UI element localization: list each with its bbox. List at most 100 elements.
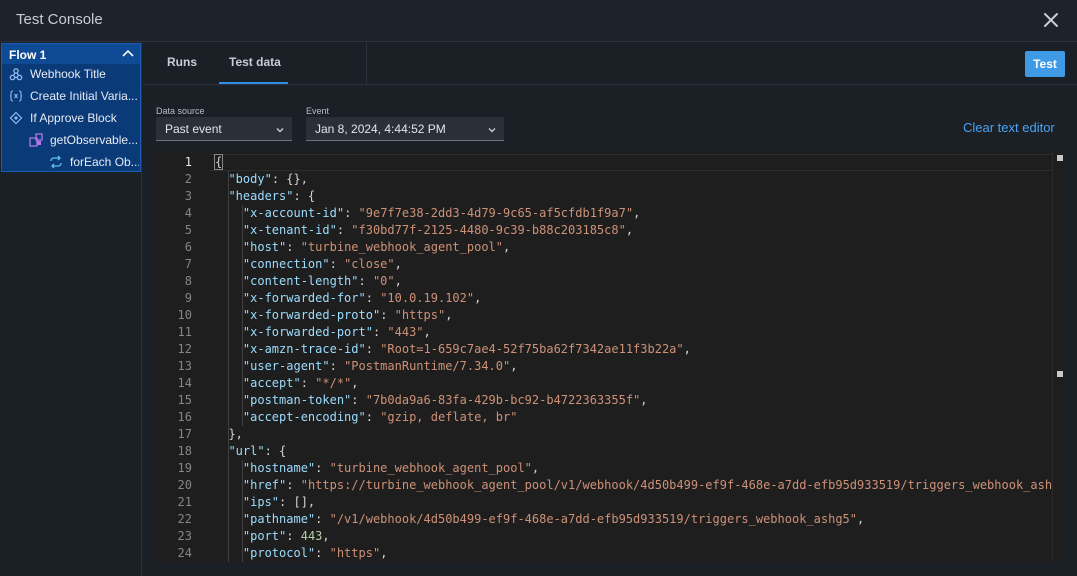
code-token: ,	[380, 546, 388, 560]
code-token: :	[336, 223, 352, 237]
flow-tree: Flow 1 Webhook Title Create Initial Vari…	[1, 43, 141, 172]
code-token: "x-account-id"	[242, 206, 345, 220]
tree-item-webhook[interactable]: Webhook Title	[9, 64, 139, 84]
code-token: "x-tenant-id"	[242, 223, 337, 237]
code-line: "body": {},	[214, 171, 308, 188]
code-line: "accept-encoding": "gzip, deflate, br"	[214, 409, 518, 426]
close-icon[interactable]	[1042, 11, 1060, 29]
code-token: "x-forwarded-for"	[242, 291, 366, 305]
scrollbar-marker	[1057, 371, 1063, 377]
clear-text-editor-link[interactable]: Clear text editor	[963, 120, 1055, 135]
line-number: 13	[177, 359, 192, 373]
code-token: ,	[531, 461, 540, 475]
code-token: "user-agent"	[242, 359, 330, 373]
json-code-editor[interactable]: 1 2 3 4 5 6 7 8 9 10 11 12 13 14 15 16 17 18 19 20 21 22 23 24 …	[155, 152, 1066, 562]
code-token: :	[372, 325, 388, 339]
code-token: : {},	[271, 172, 308, 186]
line-number: 21	[177, 495, 192, 509]
code-token: "gzip, deflate, br"	[380, 410, 518, 424]
code-token: :	[351, 393, 366, 407]
code-line: "postman-token": "7b0da9a6-83fa-429b-bc9…	[214, 392, 648, 409]
tree-item-label: Webhook Title	[30, 67, 106, 81]
code-line: {	[214, 154, 224, 171]
line-number-gutter: 1 2 3 4 5 6 7 8 9 10 11 12 13 14 15 16 17 18 19 20 21 22 23 24	[155, 152, 210, 562]
code-token: "content-length"	[242, 274, 359, 288]
chevron-down-icon	[274, 123, 286, 135]
code-token: "ips"	[242, 495, 280, 509]
tree-item-foreach[interactable]: forEach Ob...	[49, 152, 139, 172]
window-title: Test Console	[16, 11, 103, 28]
code-token: "href"	[242, 478, 287, 492]
tab-divider	[366, 42, 367, 85]
code-token: :	[286, 529, 301, 543]
code-token: 443	[300, 529, 323, 543]
code-token: ,	[474, 291, 482, 305]
code-token: "*/*"	[315, 376, 352, 390]
line-number: 7	[184, 257, 192, 271]
line-number: 14	[177, 376, 192, 390]
code-token: "postman-token"	[242, 393, 352, 407]
code-token: :	[365, 342, 381, 356]
flow-sidebar: Flow 1 Webhook Title Create Initial Vari…	[0, 42, 142, 576]
tab-runs[interactable]: Runs	[167, 55, 197, 69]
flow-label: Flow 1	[9, 48, 47, 62]
code-token: :	[315, 461, 330, 475]
code-line: "x-forwarded-port": "443",	[214, 324, 431, 341]
code-line: "pathname": "/v1/webhook/4d50b499-ef9f-4…	[214, 511, 864, 528]
code-token: :	[365, 291, 381, 305]
chevron-up-icon[interactable]	[121, 47, 135, 61]
code-token: :	[365, 410, 381, 424]
code-token: ,	[445, 308, 453, 322]
code-token: {	[214, 154, 224, 170]
data-source-value: Past event	[165, 122, 222, 136]
tree-item-label: Create Initial Varia...	[30, 89, 138, 103]
code-line: "x-tenant-id": "f30bd77f-2125-4480-9c39-…	[214, 222, 633, 239]
line-number: 24	[177, 546, 192, 560]
code-token: "protocol"	[242, 546, 316, 560]
tree-item-if-approve[interactable]: If Approve Block	[9, 108, 139, 128]
tree-item-create-variable[interactable]: Create Initial Varia...	[9, 86, 139, 106]
code-token: "host"	[242, 240, 287, 254]
scrollbar-marker	[1057, 155, 1063, 161]
tree-item-label: If Approve Block	[30, 111, 117, 125]
code-token: :	[300, 376, 316, 390]
tab-test-data[interactable]: Test data	[229, 55, 281, 69]
line-number: 15	[177, 393, 192, 407]
code-token: ,	[510, 359, 518, 373]
code-token: : {	[293, 189, 316, 203]
test-button[interactable]: Test	[1025, 51, 1065, 77]
code-token: :	[315, 512, 330, 526]
code-token: ,	[625, 223, 634, 237]
data-source-label: Data source	[156, 106, 205, 116]
code-token: "https://turbine_webhook_agent_pool/v1/w…	[300, 478, 1066, 492]
active-tab-indicator	[219, 82, 288, 84]
code-token: "headers"	[228, 189, 294, 203]
code-token: ,	[503, 240, 511, 254]
line-number: 3	[184, 189, 192, 203]
title-bar: Test Console	[0, 0, 1077, 42]
code-token: ,	[394, 274, 402, 288]
line-number: 5	[184, 223, 192, 237]
code-line: "protocol": "https",	[214, 545, 388, 562]
code-line: },	[214, 426, 242, 443]
code-token: "/v1/webhook/4d50b499-ef9f-468e-a7dd-efb…	[329, 512, 858, 526]
event-select[interactable]: Jan 8, 2024, 4:44:52 PM	[306, 117, 504, 141]
code-token: "https"	[394, 308, 446, 322]
flow-header[interactable]: Flow 1	[2, 44, 140, 64]
code-token: :	[329, 359, 345, 373]
tree-item-get-observable[interactable]: getObservable...	[29, 130, 139, 150]
code-token: ,	[423, 325, 431, 339]
code-token: "close"	[344, 257, 395, 271]
condition-icon	[9, 111, 23, 125]
editor-scrollbar[interactable]	[1052, 152, 1066, 562]
data-source-select[interactable]: Past event	[156, 117, 292, 141]
code-area[interactable]: { "body": {}, "headers": { "x-account-id…	[214, 152, 1066, 562]
